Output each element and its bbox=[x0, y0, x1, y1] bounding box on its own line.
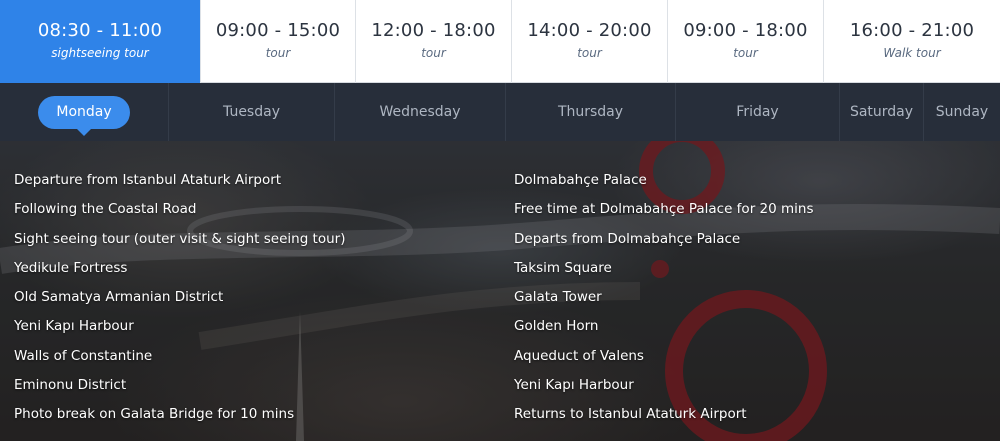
time-slot-kind: tour bbox=[733, 46, 758, 60]
itinerary-stop: Yeni Kapı Harbour bbox=[514, 376, 634, 393]
time-slot-1400-2000[interactable]: 14:00 - 20:00 tour bbox=[512, 0, 668, 83]
day-tab-label: Monday bbox=[38, 95, 130, 136]
itinerary-stop: Photo break on Galata Bridge for 10 mins bbox=[14, 406, 295, 422]
itinerary-stop: Walls of Constantine bbox=[14, 347, 153, 364]
time-slot-time: 09:00 - 18:00 bbox=[683, 20, 808, 41]
time-slot-time: 16:00 - 21:00 bbox=[849, 20, 975, 41]
day-tab-label: Saturday bbox=[849, 104, 914, 120]
time-slot-bar: 08:30 - 11:00 sightseeing tour 09:00 - 1… bbox=[0, 0, 1000, 83]
day-tab-label: Thursday bbox=[557, 104, 624, 120]
tab-tuesday[interactable]: Tuesday bbox=[169, 83, 335, 141]
itinerary-column-right: Dolmabahçe Palace Free time at Dolmabahç… bbox=[514, 167, 814, 430]
itinerary-stop: Sight seeing tour (outer visit & sight s… bbox=[14, 230, 346, 247]
tab-sunday[interactable]: Sunday bbox=[924, 83, 1000, 141]
day-tab-label: Tuesday bbox=[223, 104, 280, 120]
time-slot-0900-1800[interactable]: 09:00 - 18:00 tour bbox=[668, 0, 824, 83]
itinerary-stop: Eminonu District bbox=[14, 376, 127, 393]
time-slot-kind: tour bbox=[577, 46, 602, 60]
itinerary-stop: Departure from Istanbul Ataturk Airport bbox=[14, 172, 282, 188]
day-tab-label: Sunday bbox=[935, 104, 989, 120]
time-slot-time: 08:30 - 11:00 bbox=[37, 20, 163, 41]
tab-monday[interactable]: Monday bbox=[0, 83, 169, 141]
itinerary-stop: Returns to Istanbul Ataturk Airport bbox=[514, 406, 747, 422]
time-slot-kind: tour bbox=[421, 46, 446, 60]
tab-wednesday[interactable]: Wednesday bbox=[335, 83, 506, 141]
itinerary-column-left: Departure from Istanbul Ataturk Airport … bbox=[14, 167, 345, 430]
tab-thursday[interactable]: Thursday bbox=[506, 83, 676, 141]
itinerary-stop: Galata Tower bbox=[514, 289, 602, 305]
time-slot-time: 14:00 - 20:00 bbox=[527, 20, 652, 41]
time-slot-kind: tour bbox=[265, 46, 291, 60]
itinerary-stop: Golden Horn bbox=[514, 318, 599, 335]
itinerary-stop: Taksim Square bbox=[514, 259, 612, 276]
day-tab-label: Friday bbox=[736, 104, 779, 120]
tab-friday[interactable]: Friday bbox=[676, 83, 840, 141]
itinerary-stop: Following the Coastal Road bbox=[14, 201, 197, 218]
time-slot-0830-1100[interactable]: 08:30 - 11:00 sightseeing tour bbox=[0, 0, 201, 83]
tab-saturday[interactable]: Saturday bbox=[840, 83, 924, 141]
itinerary-panel: Departure from Istanbul Ataturk Airport … bbox=[0, 141, 1000, 441]
time-slot-time: 12:00 - 18:00 bbox=[371, 20, 496, 41]
itinerary-stop: Free time at Dolmabahçe Palace for 20 mi… bbox=[514, 201, 814, 218]
time-slot-1600-2100[interactable]: 16:00 - 21:00 Walk tour bbox=[824, 0, 1000, 83]
time-slot-time: 09:00 - 15:00 bbox=[215, 20, 341, 41]
time-slot-kind: Walk tour bbox=[883, 46, 941, 60]
day-tabs: Monday Tuesday Wednesday Thursday Friday… bbox=[0, 83, 1000, 141]
itinerary-stop: Yedikule Fortress bbox=[14, 259, 128, 276]
time-slot-1200-1800[interactable]: 12:00 - 18:00 tour bbox=[356, 0, 512, 83]
time-slot-kind: sightseeing tour bbox=[51, 46, 149, 60]
day-tab-label: Wednesday bbox=[379, 104, 461, 120]
itinerary-stop: Aqueduct of Valens bbox=[514, 347, 644, 364]
itinerary-stop: Departs from Dolmabahçe Palace bbox=[514, 230, 741, 247]
time-slot-0900-1500[interactable]: 09:00 - 15:00 tour bbox=[201, 0, 356, 83]
itinerary-stop: Dolmabahçe Palace bbox=[514, 172, 647, 188]
itinerary-stop: Old Samatya Armanian District bbox=[14, 289, 224, 305]
itinerary-stop: Yeni Kapı Harbour bbox=[14, 318, 134, 335]
